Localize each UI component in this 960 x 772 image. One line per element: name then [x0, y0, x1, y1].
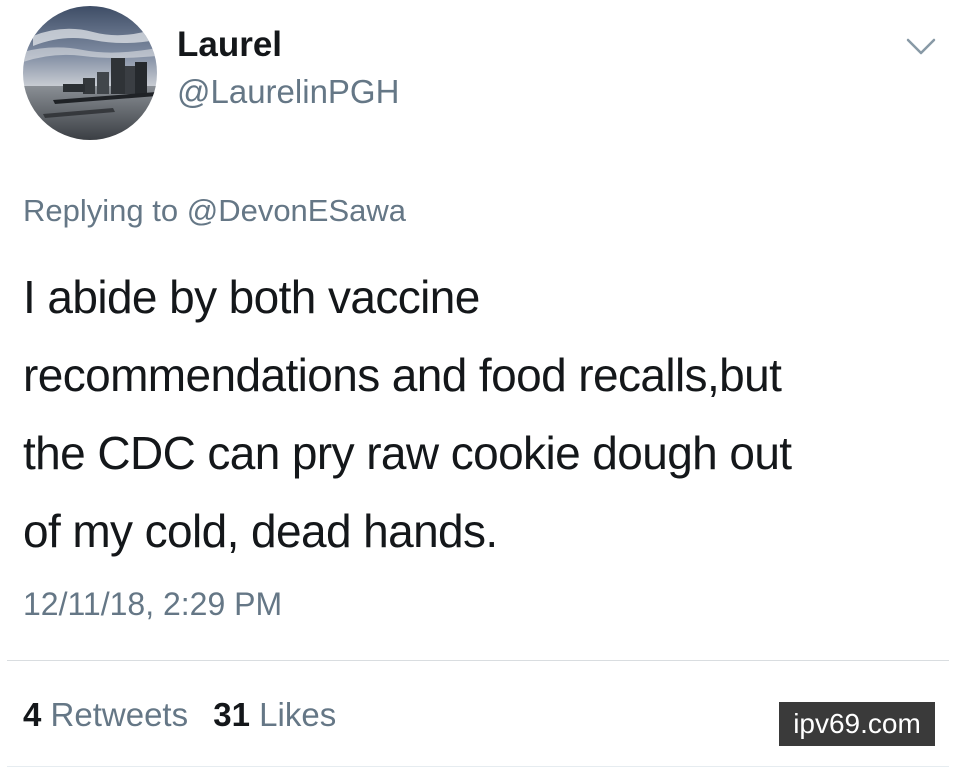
reply-mention-link[interactable]: @DevonESawa [187, 193, 406, 228]
tweet-text-line: I abide by both vaccine [23, 271, 480, 323]
user-handle[interactable]: @LaurelinPGH [177, 73, 399, 111]
replying-prefix: Replying to [23, 193, 179, 228]
likes-count: 31 [213, 696, 250, 733]
bottom-divider [7, 766, 949, 767]
tweet-stats: 4 Retweets 31 Likes [23, 696, 352, 734]
divider [7, 660, 949, 661]
retweets-stat[interactable]: 4 Retweets [23, 696, 188, 733]
tweet-timestamp[interactable]: 12/11/18, 2:29 PM [23, 586, 282, 623]
replying-to: Replying to @DevonESawa [23, 193, 406, 229]
retweets-label: Retweets [50, 696, 189, 733]
tweet-text: I abide by both vaccine recommendations … [23, 258, 943, 570]
tweet-menu-button[interactable] [906, 36, 936, 58]
tweet-card: Laurel @LaurelinPGH Replying to @DevonES… [0, 0, 960, 772]
display-name[interactable]: Laurel [177, 25, 282, 65]
tweet-text-line: recommendations and food recalls,but [23, 349, 782, 401]
chevron-down-icon [906, 38, 936, 55]
likes-stat[interactable]: 31 Likes [213, 696, 336, 733]
tweet-text-line: the CDC can pry raw cookie dough out [23, 427, 792, 479]
avatar[interactable] [23, 6, 157, 140]
tweet-text-line: of my cold, dead hands. [23, 505, 498, 557]
retweets-count: 4 [23, 696, 42, 733]
likes-label: Likes [259, 696, 337, 733]
watermark: ipv69.com [779, 702, 935, 746]
